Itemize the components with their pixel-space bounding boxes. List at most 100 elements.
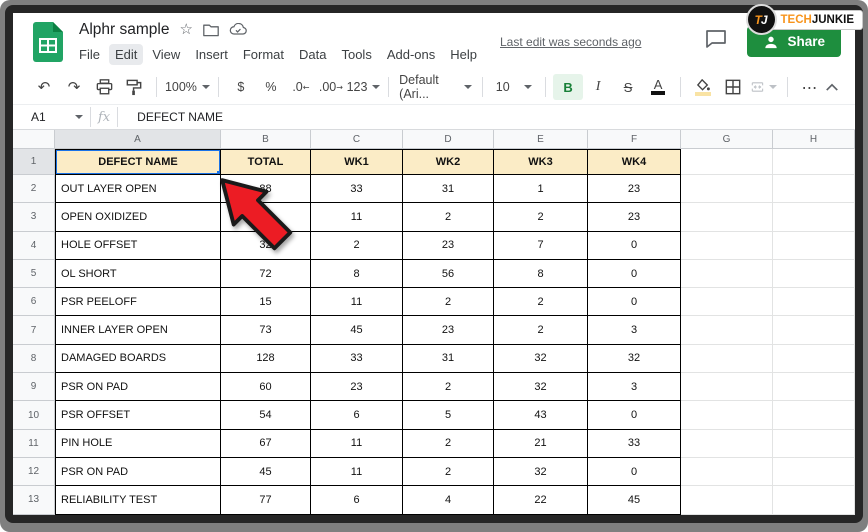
- column-header-F[interactable]: F: [588, 130, 681, 149]
- star-icon[interactable]: ☆: [179, 20, 192, 38]
- row-header-3[interactable]: 3: [13, 203, 55, 231]
- cell-E2[interactable]: 1: [494, 175, 588, 203]
- cell-D1[interactable]: WK2: [403, 149, 494, 175]
- cell-G5[interactable]: [681, 260, 773, 288]
- cell-G9[interactable]: [681, 373, 773, 401]
- format-currency-button[interactable]: $: [226, 74, 256, 100]
- menu-file[interactable]: File: [73, 44, 106, 65]
- cell-B12[interactable]: 45: [221, 458, 311, 486]
- cell-D10[interactable]: 5: [403, 401, 494, 429]
- cell-F3[interactable]: 23: [588, 203, 681, 231]
- row-header-9[interactable]: 9: [13, 373, 55, 401]
- cell-G1[interactable]: [681, 149, 773, 175]
- column-header-B[interactable]: B: [221, 130, 311, 149]
- row-header-5[interactable]: 5: [13, 260, 55, 288]
- cell-F10[interactable]: 0: [588, 401, 681, 429]
- cell-B5[interactable]: 72: [221, 260, 311, 288]
- row-header-10[interactable]: 10: [13, 401, 55, 429]
- italic-button[interactable]: I: [583, 74, 613, 100]
- cell-E8[interactable]: 32: [494, 345, 588, 373]
- column-header-H[interactable]: H: [773, 130, 855, 149]
- borders-button[interactable]: [718, 74, 748, 100]
- cell-H1[interactable]: [773, 149, 855, 175]
- name-box[interactable]: A1: [31, 110, 83, 124]
- cell-F12[interactable]: 0: [588, 458, 681, 486]
- formula-input[interactable]: DEFECT NAME: [137, 110, 223, 124]
- cell-C12[interactable]: 11: [311, 458, 403, 486]
- row-header-11[interactable]: 11: [13, 430, 55, 458]
- cell-B1[interactable]: TOTAL: [221, 149, 311, 175]
- menu-tools[interactable]: Tools: [335, 44, 377, 65]
- row-header-12[interactable]: 12: [13, 458, 55, 486]
- document-title[interactable]: Alphr sample: [79, 21, 169, 39]
- paint-format-icon[interactable]: [119, 74, 149, 100]
- cloud-saved-icon[interactable]: [229, 23, 247, 36]
- cell-B8[interactable]: 128: [221, 345, 311, 373]
- column-header-A[interactable]: A: [55, 130, 221, 149]
- cell-H9[interactable]: [773, 373, 855, 401]
- increase-decimal-button[interactable]: .00→: [316, 74, 346, 100]
- decrease-decimal-button[interactable]: .0←: [286, 74, 316, 100]
- cell-E4[interactable]: 7: [494, 232, 588, 260]
- cell-H2[interactable]: [773, 175, 855, 203]
- cell-D2[interactable]: 31: [403, 175, 494, 203]
- text-color-button[interactable]: A: [643, 74, 673, 100]
- cell-D4[interactable]: 23: [403, 232, 494, 260]
- cell-A9[interactable]: PSR ON PAD: [55, 373, 221, 401]
- cell-G11[interactable]: [681, 430, 773, 458]
- cell-F4[interactable]: 0: [588, 232, 681, 260]
- menu-help[interactable]: Help: [444, 44, 483, 65]
- cell-H12[interactable]: [773, 458, 855, 486]
- cell-D5[interactable]: 56: [403, 260, 494, 288]
- cell-C11[interactable]: 11: [311, 430, 403, 458]
- more-options-icon[interactable]: ⋯: [795, 74, 825, 100]
- comment-icon[interactable]: [705, 29, 727, 54]
- cell-C6[interactable]: 11: [311, 288, 403, 316]
- cell-B9[interactable]: 60: [221, 373, 311, 401]
- cell-D7[interactable]: 23: [403, 316, 494, 344]
- cell-H13[interactable]: [773, 486, 855, 514]
- select-all-corner[interactable]: [13, 130, 55, 149]
- cell-C8[interactable]: 33: [311, 345, 403, 373]
- format-percent-button[interactable]: %: [256, 74, 286, 100]
- cell-A6[interactable]: PSR PEELOFF: [55, 288, 221, 316]
- column-header-E[interactable]: E: [494, 130, 588, 149]
- cell-B13[interactable]: 77: [221, 486, 311, 514]
- cell-G3[interactable]: [681, 203, 773, 231]
- print-icon[interactable]: [89, 74, 119, 100]
- font-size-select[interactable]: 10: [490, 74, 538, 100]
- cell-H11[interactable]: [773, 430, 855, 458]
- cell-E6[interactable]: 2: [494, 288, 588, 316]
- cell-C2[interactable]: 33: [311, 175, 403, 203]
- cell-F11[interactable]: 33: [588, 430, 681, 458]
- column-header-D[interactable]: D: [403, 130, 494, 149]
- cell-D3[interactable]: 2: [403, 203, 494, 231]
- cell-B7[interactable]: 73: [221, 316, 311, 344]
- cell-H8[interactable]: [773, 345, 855, 373]
- menu-insert[interactable]: Insert: [189, 44, 234, 65]
- cell-F9[interactable]: 3: [588, 373, 681, 401]
- number-format-select[interactable]: 123: [346, 74, 381, 100]
- cell-F8[interactable]: 32: [588, 345, 681, 373]
- cell-B6[interactable]: 15: [221, 288, 311, 316]
- last-edit-link[interactable]: Last edit was seconds ago: [500, 35, 641, 49]
- cell-C1[interactable]: WK1: [311, 149, 403, 175]
- font-select[interactable]: Default (Ari...: [396, 74, 475, 100]
- cell-C7[interactable]: 45: [311, 316, 403, 344]
- menu-data[interactable]: Data: [293, 44, 332, 65]
- cell-A1[interactable]: DEFECT NAME: [55, 149, 221, 175]
- menu-view[interactable]: View: [146, 44, 186, 65]
- column-header-G[interactable]: G: [681, 130, 773, 149]
- cell-H4[interactable]: [773, 232, 855, 260]
- cell-C10[interactable]: 6: [311, 401, 403, 429]
- cell-F1[interactable]: WK4: [588, 149, 681, 175]
- redo-icon[interactable]: ↷: [59, 74, 89, 100]
- cell-A5[interactable]: OL SHORT: [55, 260, 221, 288]
- cell-F6[interactable]: 0: [588, 288, 681, 316]
- cell-E3[interactable]: 2: [494, 203, 588, 231]
- cell-F13[interactable]: 45: [588, 486, 681, 514]
- cell-E11[interactable]: 21: [494, 430, 588, 458]
- cell-A13[interactable]: RELIABILITY TEST: [55, 486, 221, 514]
- cell-C4[interactable]: 2: [311, 232, 403, 260]
- cell-A12[interactable]: PSR ON PAD: [55, 458, 221, 486]
